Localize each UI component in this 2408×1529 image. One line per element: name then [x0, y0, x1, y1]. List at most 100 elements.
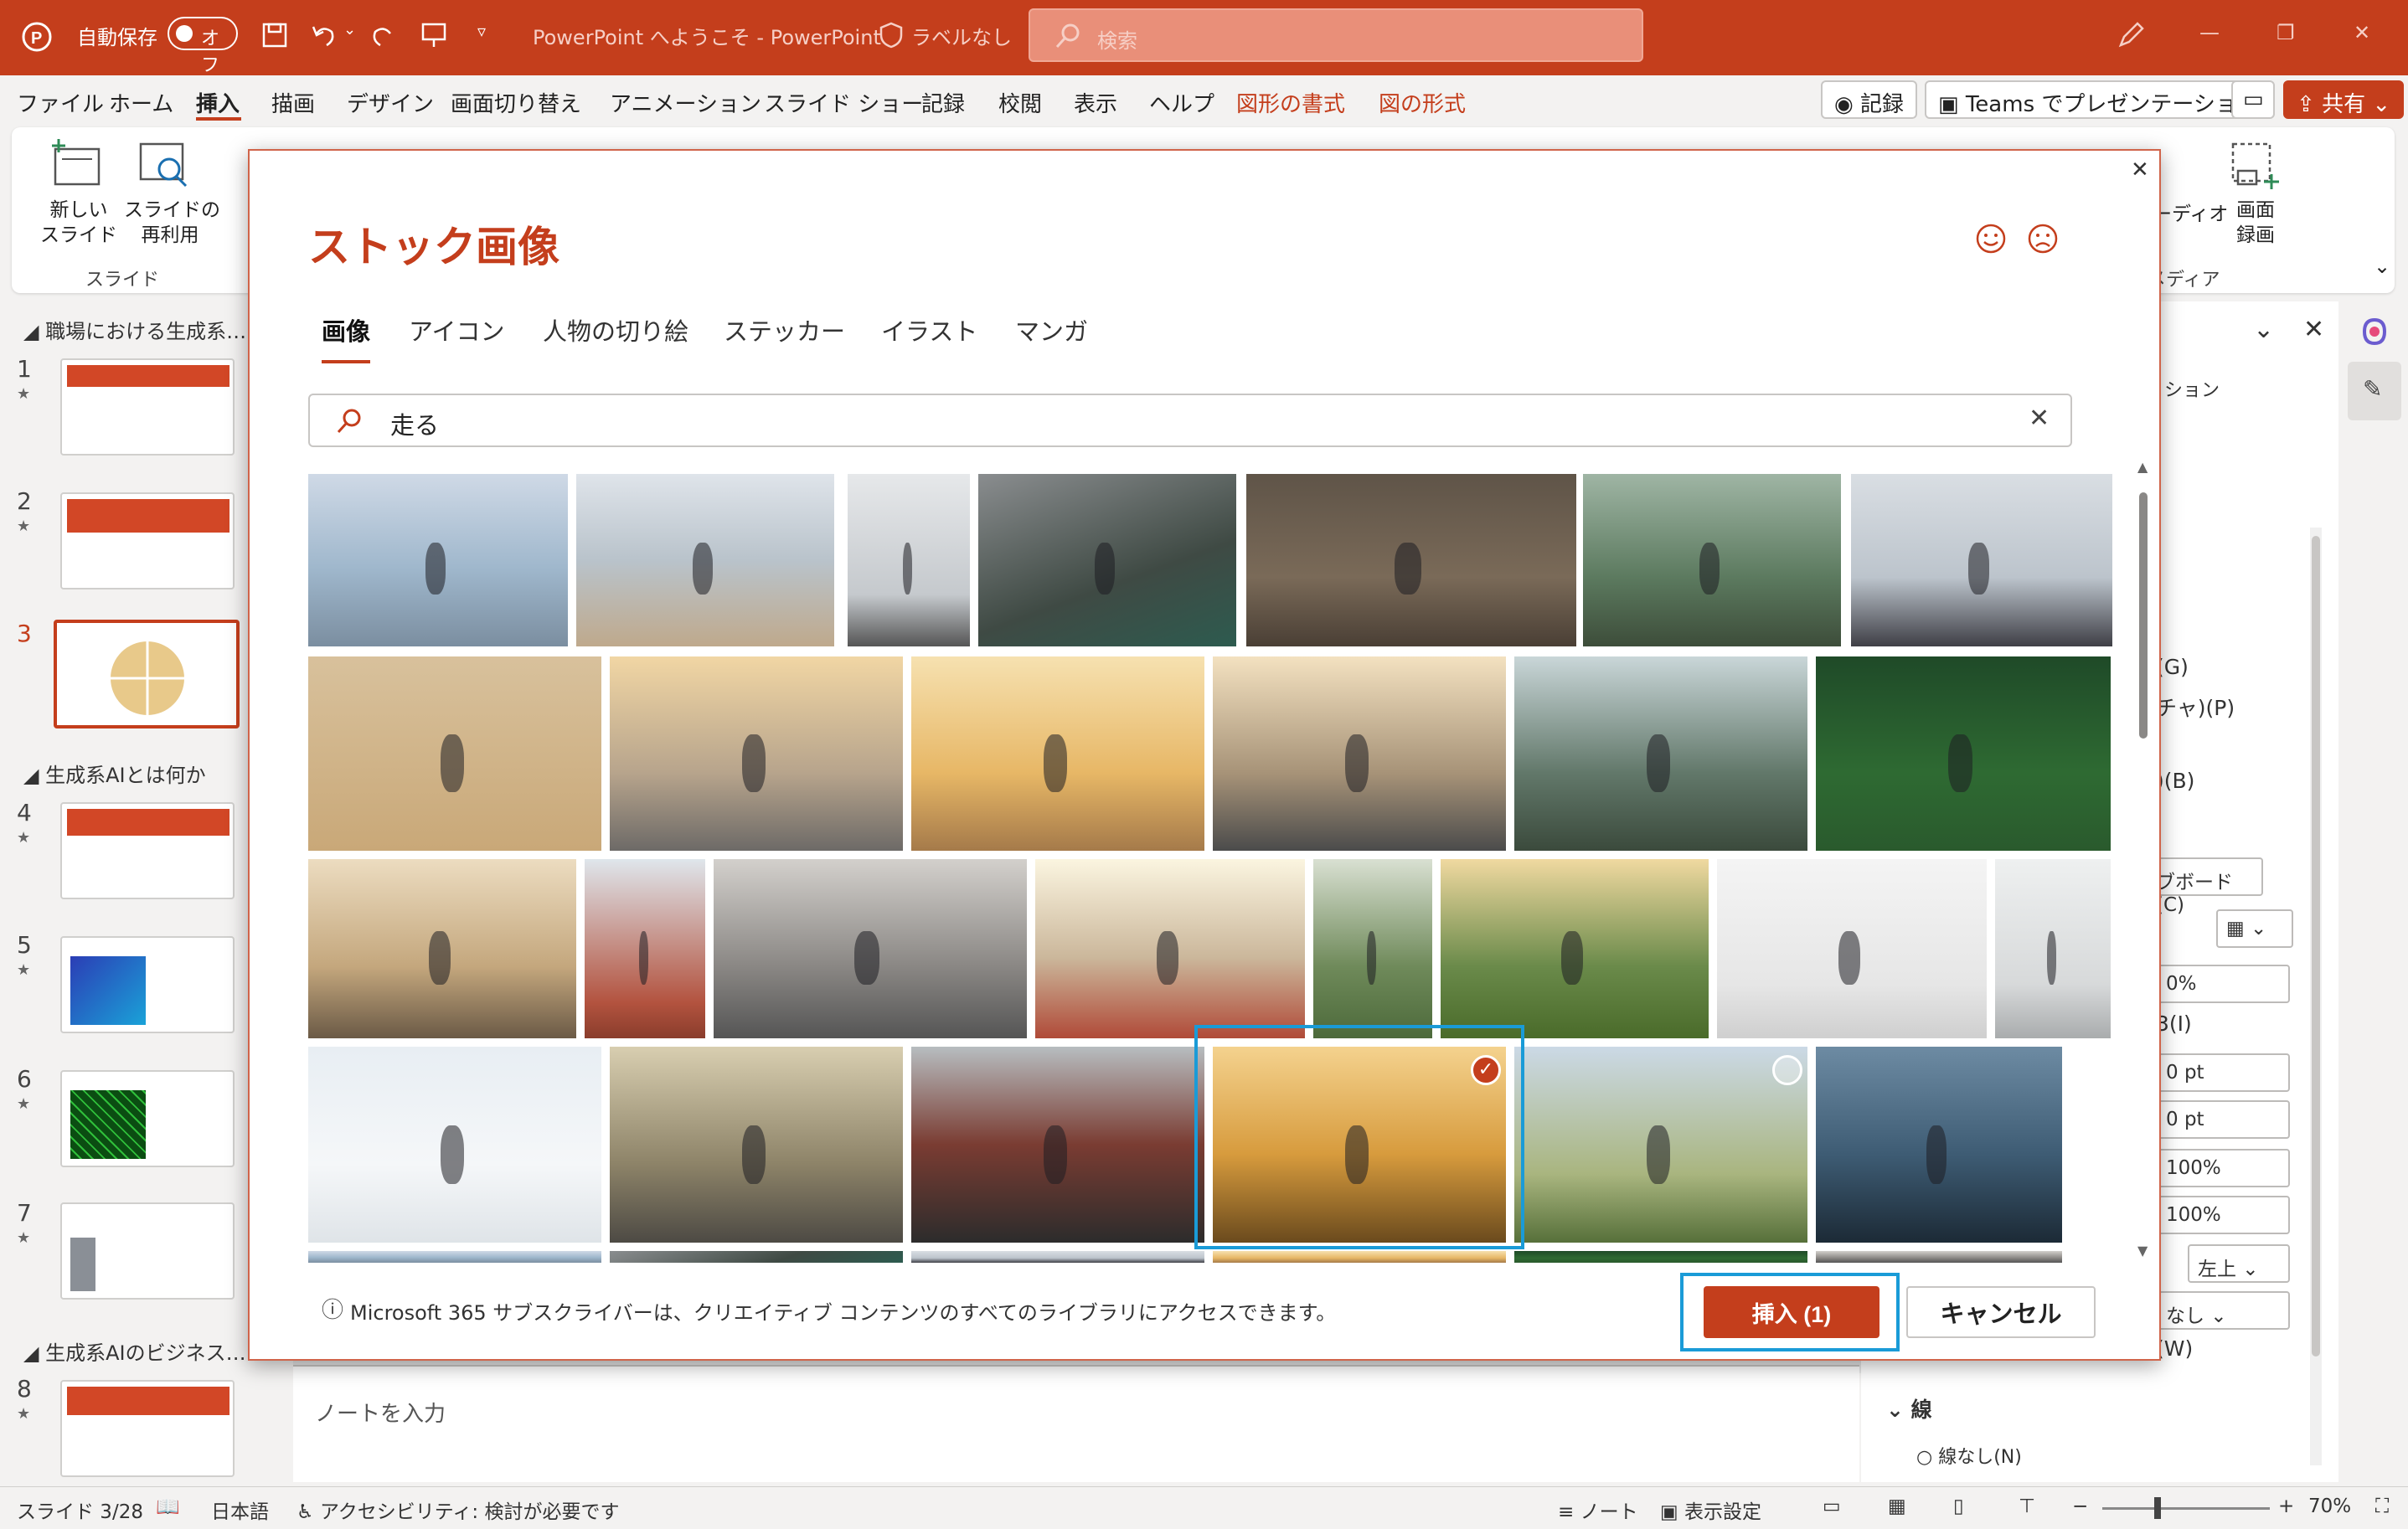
format-pane-toggle[interactable]: ✎ — [2348, 362, 2401, 420]
tab-images[interactable]: 画像 — [322, 312, 370, 348]
clear-search-icon[interactable]: ✕ — [2029, 404, 2050, 433]
stock-image-runner-on-sand[interactable] — [308, 656, 601, 851]
sensitivity-label[interactable]: ラベルなし — [911, 21, 1012, 50]
new-slide-button[interactable]: 新しい スライド — [37, 198, 121, 248]
save-icon[interactable] — [261, 22, 288, 49]
frown-feedback-icon[interactable] — [2027, 223, 2059, 255]
cancel-button[interactable]: キャンセル — [1906, 1286, 2096, 1338]
pane-option-label[interactable]: チャ)(P) — [2156, 692, 2235, 722]
stock-image-senior-woman-runner[interactable] — [1851, 474, 2112, 646]
stock-image-tying-shoes[interactable] — [714, 859, 1027, 1038]
stock-image-runner-in-snow[interactable] — [308, 1047, 601, 1243]
autosave-toggle[interactable]: オフ — [168, 17, 238, 76]
stock-image-surfers-beach[interactable] — [911, 656, 1204, 851]
smile-feedback-icon[interactable] — [1975, 223, 2007, 255]
zoom-slider-thumb[interactable] — [2154, 1497, 2161, 1519]
slide-thumb-5[interactable] — [60, 936, 235, 1033]
slide-sorter-icon[interactable]: ▦ — [1888, 1496, 1906, 1517]
grid-scrollbar[interactable]: ▲ ▼ — [2136, 459, 2151, 1259]
stock-image-runner-bridge[interactable] — [978, 474, 1236, 646]
screen-record-button[interactable]: 画面 録画 — [2226, 198, 2285, 248]
tab-cutout-people[interactable]: 人物の切り絵 — [543, 312, 688, 348]
redo-icon[interactable] — [370, 22, 397, 49]
slide-thumb-8[interactable] — [60, 1380, 235, 1477]
reuse-slide-button[interactable]: スライドの 再利用 — [124, 198, 220, 248]
undo-dropdown-icon[interactable]: ⌄ — [343, 21, 356, 39]
menu-draw[interactable]: 描画 — [271, 87, 315, 118]
display-settings[interactable]: ▣ 表示設定 — [1660, 1496, 1761, 1524]
stock-search-field[interactable]: 走る ✕ — [308, 394, 2072, 447]
stock-image-soccer-ball-kick[interactable] — [1816, 656, 2111, 851]
restore-icon[interactable]: ❐ — [2277, 21, 2295, 44]
slideshow-view-icon[interactable]: ⊤ — [2019, 1496, 2035, 1517]
stock-image-partial[interactable] — [1213, 1251, 1506, 1263]
copilot-icon[interactable] — [2358, 315, 2391, 348]
share-button[interactable]: ⇪ 共有 ⌄ — [2283, 80, 2405, 119]
record-button[interactable]: ◉ 記録 — [1821, 80, 1917, 119]
menu-review[interactable]: 校閲 — [998, 87, 1042, 118]
language-indicator[interactable]: 日本語 — [211, 1496, 269, 1524]
teams-present-button[interactable]: ▣ Teams でプレゼンテーション — [1925, 80, 2272, 119]
fit-slide-icon[interactable]: ⛶ — [2375, 1496, 2389, 1517]
section-header[interactable]: ◢ 生成系AIのビジネス… — [23, 1336, 246, 1366]
reading-view-icon[interactable]: ▯ — [1953, 1496, 1964, 1517]
transparency-field[interactable]: 0% — [2156, 965, 2290, 1003]
menu-shape-format[interactable]: 図形の書式 — [1236, 87, 1345, 118]
scroll-thumb[interactable] — [2312, 536, 2320, 1357]
offset-right-field[interactable]: 0 pt — [2156, 1100, 2290, 1139]
stock-image-soccer-players[interactable] — [1246, 474, 1576, 646]
minimize-icon[interactable]: — — [2199, 21, 2220, 44]
section-header[interactable]: ◢ 生成系AIとは何か — [23, 759, 206, 788]
line-section-header[interactable]: ⌄ 線 — [1886, 1393, 1932, 1423]
stock-image-partial[interactable] — [610, 1251, 903, 1263]
checked-circle-icon[interactable]: ✓ — [1471, 1055, 1501, 1085]
pane-collapse-icon[interactable]: ⌄ — [2253, 315, 2274, 344]
tab-stickers[interactable]: ステッカー — [724, 312, 845, 348]
stock-image-runner-city-view[interactable] — [1213, 656, 1506, 851]
notes-toggle[interactable]: ≡ ノート — [1558, 1496, 1638, 1524]
menu-design[interactable]: デザイン — [347, 87, 434, 118]
tab-illustrations[interactable]: イラスト — [881, 312, 977, 348]
pane-option-label[interactable]: )(B) — [2156, 769, 2194, 793]
stock-image-girl-tutu-grass[interactable] — [1441, 859, 1709, 1038]
menu-record[interactable]: 記録 — [921, 87, 965, 118]
alignment-dropdown[interactable]: 左上 ⌄ — [2188, 1244, 2290, 1283]
stock-image-stretching-red-jacket[interactable] — [911, 1047, 1204, 1243]
sensitivity-shield-icon[interactable] — [879, 22, 903, 49]
stock-image-partial[interactable] — [1816, 1251, 2062, 1263]
audio-partial-label[interactable]: ーディオ — [2153, 198, 2228, 226]
undo-icon[interactable] — [310, 22, 337, 49]
unchecked-circle-icon[interactable] — [1772, 1055, 1802, 1085]
slide-thumb-3-selected[interactable] — [54, 620, 240, 728]
customize-qat-icon[interactable]: ▿ — [477, 21, 486, 41]
screen-record-icon[interactable] — [2230, 141, 2282, 193]
texture-dropdown[interactable]: ▦ ⌄ — [2216, 909, 2293, 948]
stock-image-partial[interactable] — [308, 1251, 601, 1263]
close-window-icon[interactable]: ✕ — [2354, 21, 2370, 44]
slide-thumb-2[interactable] — [60, 492, 235, 589]
stock-image-runner-on-pier[interactable] — [308, 474, 568, 646]
section-header[interactable]: ◢ 職場における生成系… — [23, 315, 246, 344]
menu-help[interactable]: ヘルプ — [1149, 87, 1214, 118]
scale-y-field[interactable]: 100% — [2156, 1196, 2290, 1234]
stock-image-runner-stairs[interactable] — [1995, 859, 2111, 1038]
slide-thumb-6[interactable] — [60, 1070, 235, 1167]
scroll-down-icon[interactable]: ▼ — [2137, 1243, 2148, 1259]
insert-button[interactable]: 挿入 (1) — [1704, 1286, 1879, 1338]
stock-image-runner-on-beach[interactable] — [576, 474, 834, 646]
pane-scrollbar[interactable] — [2310, 528, 2322, 1465]
notes-pane[interactable]: ノートを入力 — [293, 1365, 1859, 1482]
menu-home[interactable]: ホーム — [109, 87, 173, 118]
menu-file[interactable]: ファイル — [17, 87, 104, 118]
menu-slideshow[interactable]: スライド ショー — [764, 87, 923, 118]
new-slide-icon[interactable] — [49, 139, 102, 189]
stock-image-man-running-field[interactable] — [1514, 1047, 1807, 1243]
menu-view[interactable]: 表示 — [1074, 87, 1117, 118]
offset-left-field[interactable]: 0 pt — [2156, 1053, 2290, 1092]
menu-transitions[interactable]: 画面切り替え — [451, 87, 581, 118]
tab-icons[interactable]: アイコン — [409, 312, 505, 348]
menu-picture-format[interactable]: 図の形式 — [1379, 87, 1466, 118]
menu-insert[interactable]: 挿入 — [196, 87, 240, 118]
spelling-icon[interactable]: 📖 — [156, 1496, 180, 1518]
pane-close-icon[interactable]: ✕ — [2303, 315, 2324, 344]
